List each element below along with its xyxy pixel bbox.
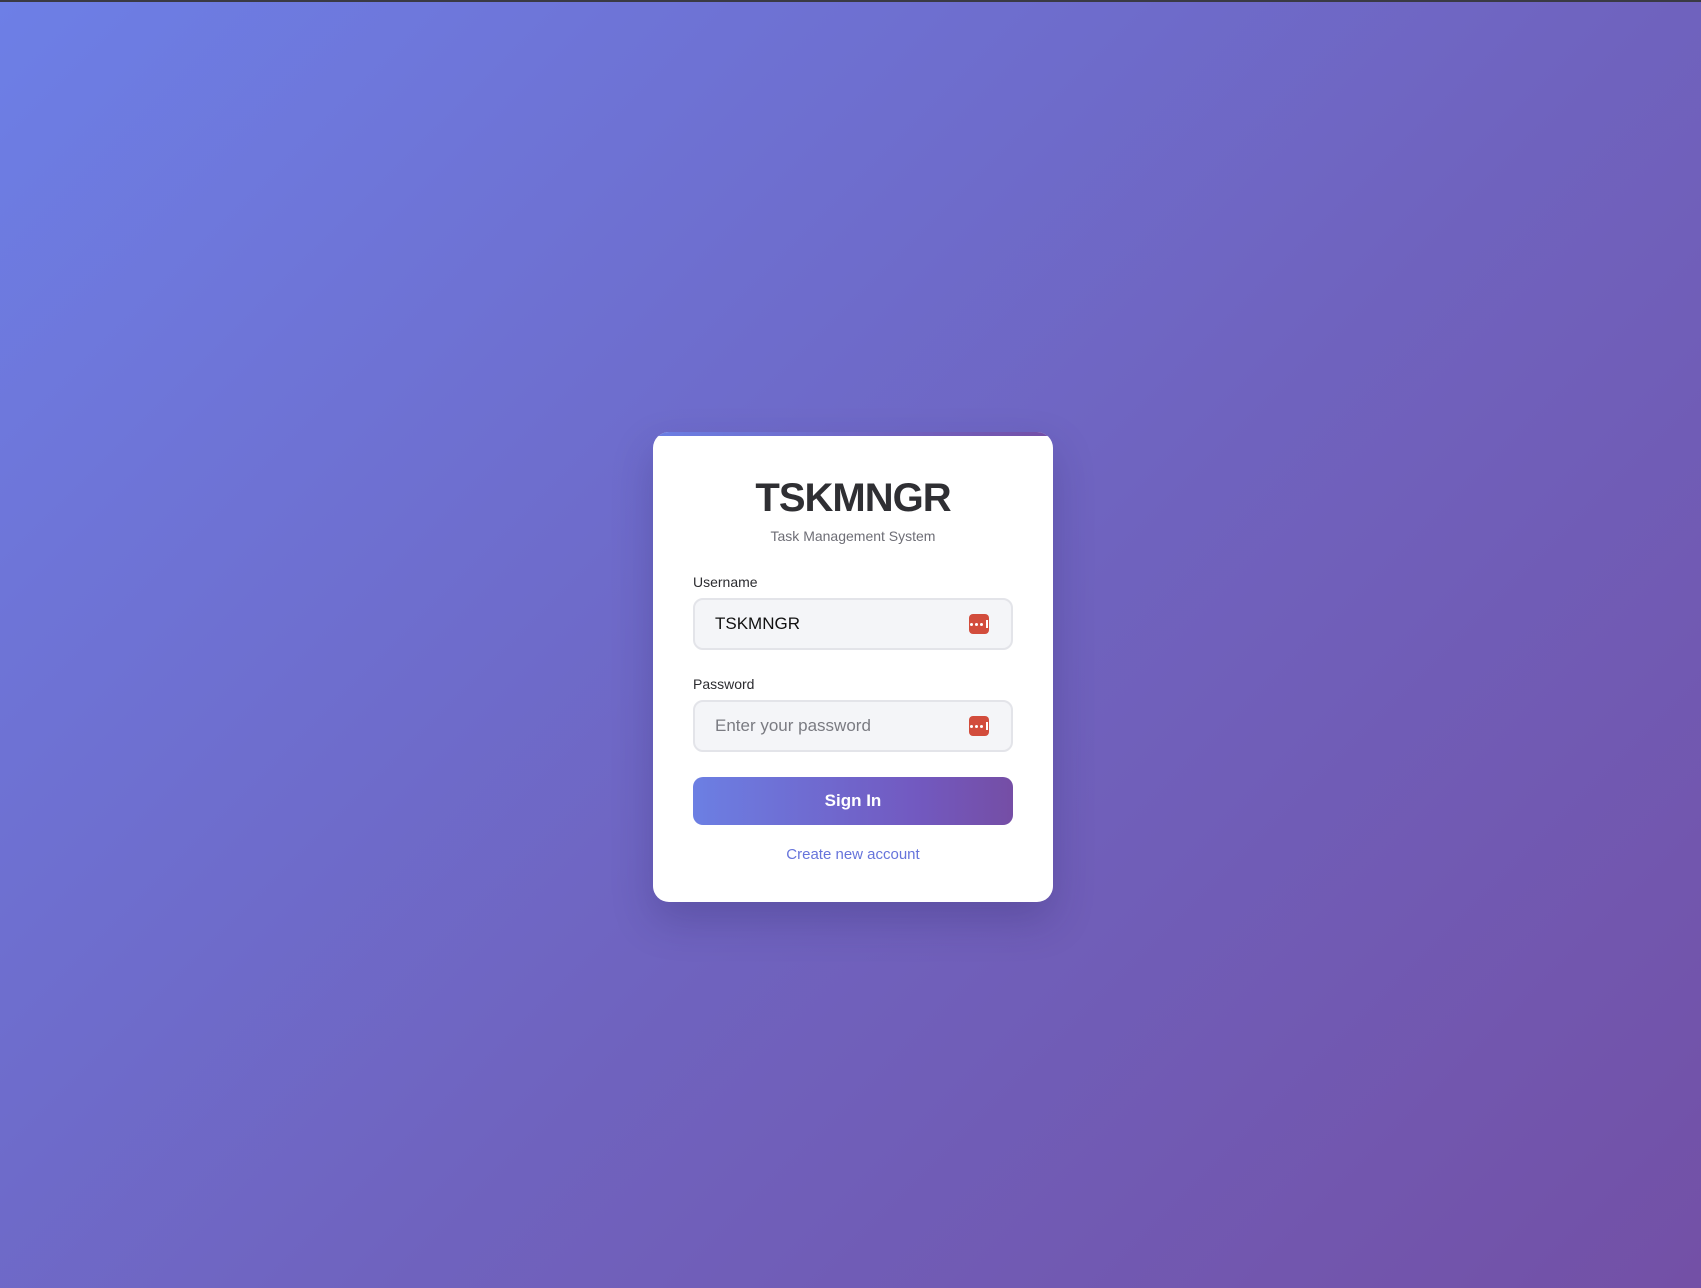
password-input[interactable] (715, 702, 945, 750)
icon-dot (975, 622, 979, 626)
icon-dot (980, 622, 984, 626)
login-card: TSKMNGR Task Management System Username … (653, 432, 1053, 902)
icon-dot (975, 724, 979, 728)
username-input[interactable] (715, 600, 945, 648)
password-field-wrapper (693, 700, 1013, 752)
window-top-border (0, 0, 1701, 2)
icon-cursor-bar (986, 722, 988, 730)
icon-dot (980, 724, 984, 728)
icon-cursor-bar (986, 620, 988, 628)
brand-subtitle: Task Management System (770, 528, 936, 544)
icon-dot (970, 622, 974, 626)
password-manager-icon[interactable] (969, 716, 989, 736)
create-account-link[interactable]: Create new account (653, 846, 1053, 863)
password-label: Password (693, 676, 755, 692)
brand-title: TSKMNGR (755, 476, 951, 520)
icon-dot (970, 724, 974, 728)
username-field-wrapper (693, 598, 1013, 650)
card-accent-bar (653, 432, 1053, 436)
username-label: Username (693, 574, 758, 590)
sign-in-button[interactable]: Sign In (693, 777, 1013, 825)
password-manager-icon[interactable] (969, 614, 989, 634)
